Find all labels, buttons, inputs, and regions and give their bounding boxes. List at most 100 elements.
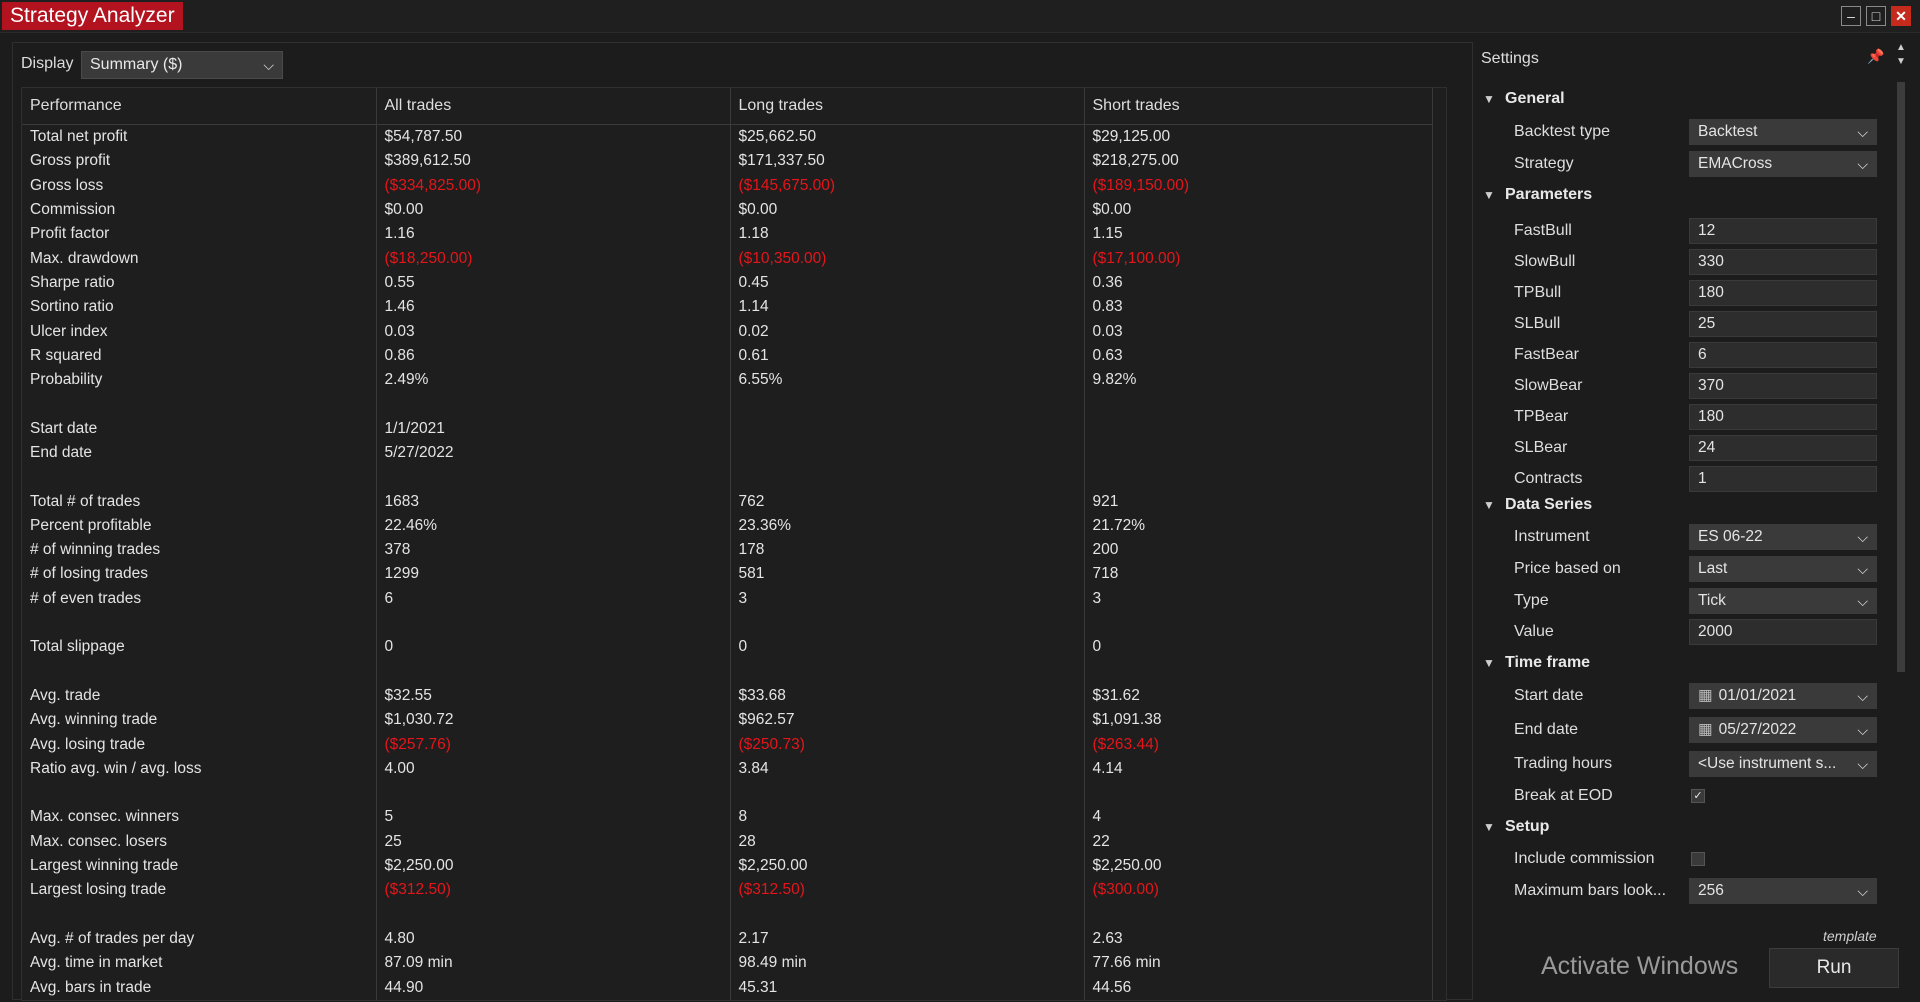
chevron-down-icon: ⌵ [1857, 561, 1868, 577]
max-bars-lookback-dropdown[interactable]: 256 ⌵ [1689, 878, 1877, 904]
instrument-label: Instrument [1514, 528, 1590, 545]
metric-value: $33.68 [730, 683, 1085, 709]
run-button[interactable]: Run [1769, 948, 1899, 988]
metric-label: # of even trades [22, 586, 377, 611]
table-row: Max. consec. winners 5 8 4 [22, 805, 1433, 830]
value-value: 2000 [1698, 623, 1733, 640]
metric-value: 98.49 min [730, 951, 1085, 976]
metric-label: Avg. winning trade [22, 708, 377, 733]
metric-value: ($250.73) [730, 732, 1085, 757]
minimize-button[interactable]: – [1841, 6, 1861, 26]
table-row: Avg. trade $32.55 $33.68 $31.62 [22, 683, 1433, 709]
category-label: Setup [1505, 818, 1550, 835]
table-row [22, 610, 1433, 636]
param-label-contracts: Contracts [1514, 470, 1583, 487]
display-value: Summary ($) [90, 56, 183, 73]
close-button[interactable]: ✕ [1891, 6, 1911, 26]
metric-value [1084, 902, 1433, 927]
metric-value: $2,250.00 [376, 853, 731, 879]
table-row: Gross loss ($334,825.00) ($145,675.00) ($18… [22, 173, 1433, 198]
metric-value: 1/1/2021 [376, 416, 731, 441]
include-commission-checkbox[interactable] [1691, 852, 1705, 866]
category-setup[interactable]: ▼ Setup [1483, 818, 1549, 836]
metric-value: 2.17 [730, 926, 1085, 952]
template-link[interactable]: template [1823, 928, 1877, 944]
price-based-on-label: Price based on [1514, 560, 1621, 577]
param-input-slbear[interactable]: 24 [1689, 435, 1877, 461]
scroll-thumb[interactable] [1446, 128, 1447, 868]
table-row: # of winning trades 378 178 200 [22, 538, 1433, 563]
metric-value: 21.72% [1084, 513, 1433, 539]
break-at-eod-checkbox[interactable]: ✓ [1691, 789, 1705, 803]
metric-value: $31.62 [1084, 683, 1433, 709]
trading-hours-dropdown[interactable]: <Use instrument s... ⌵ [1689, 751, 1877, 777]
category-label: Parameters [1505, 186, 1593, 203]
table-row: Probability 2.49% 6.55% 9.82% [22, 367, 1433, 393]
param-input-fastbear[interactable]: 6 [1689, 342, 1877, 368]
metric-value: 9.82% [1084, 367, 1433, 393]
grid-scrollbar[interactable]: ▲ ▼ [1442, 88, 1447, 1000]
column-header[interactable]: Short trades [1084, 88, 1433, 125]
column-header[interactable]: All trades [376, 88, 731, 125]
table-row: Total # of trades 1683 762 921 [22, 489, 1433, 514]
scroll-up-icon[interactable]: ▲ [1896, 42, 1906, 53]
metric-value [376, 465, 731, 490]
metric-value: 3 [730, 586, 1085, 611]
backtest-type-label: Backtest type [1514, 123, 1611, 140]
column-header[interactable]: Performance [22, 88, 377, 125]
maximize-button[interactable]: □ [1866, 6, 1886, 26]
param-label-tpbear: TPBear [1514, 408, 1569, 425]
type-label: Type [1514, 592, 1549, 609]
settings-scrollbar[interactable]: ▲ ▼ [1891, 42, 1909, 1002]
strategy-dropdown[interactable]: EMACross ⌵ [1689, 151, 1877, 177]
scroll-down-icon[interactable]: ▼ [1444, 106, 1446, 117]
category-data-series[interactable]: ▼ Data Series [1483, 496, 1592, 514]
end-date-picker[interactable]: ▦ 05/27/2022 ⌵ [1689, 717, 1877, 743]
category-general[interactable]: ▼ General [1483, 90, 1565, 108]
chevron-down-icon: ⌵ [1857, 883, 1868, 899]
backtest-type-dropdown[interactable]: Backtest ⌵ [1689, 119, 1877, 145]
collapse-triangle-icon: ▼ [1483, 498, 1495, 512]
price-based-on-dropdown[interactable]: Last ⌵ [1689, 556, 1877, 582]
pin-icon[interactable]: 📌 [1867, 48, 1884, 65]
scroll-thumb[interactable] [1897, 82, 1905, 672]
param-input-tpbear[interactable]: 180 [1689, 404, 1877, 430]
table-row [22, 659, 1433, 684]
param-input-tpbull[interactable]: 180 [1689, 280, 1877, 306]
table-row: Avg. time in market 87.09 min 98.49 min 77.… [22, 951, 1433, 976]
value-field[interactable]: 2000 [1689, 619, 1877, 645]
scroll-up-icon[interactable]: ▲ [1444, 92, 1446, 103]
metric-label: Ratio avg. win / avg. loss [22, 756, 377, 782]
metric-value: 581 [730, 562, 1085, 587]
param-input-slbull[interactable]: 25 [1689, 311, 1877, 337]
metric-value: ($10,350.00) [730, 246, 1085, 271]
metric-label [22, 392, 377, 417]
value-label: Value [1514, 623, 1554, 640]
metric-value: ($189,150.00) [1084, 173, 1433, 198]
table-row: Avg. bars in trade 44.90 45.31 44.56 [22, 975, 1433, 1000]
param-input-fastbull[interactable]: 12 [1689, 218, 1877, 244]
metric-label: Ulcer index [22, 319, 377, 344]
param-input-slowbull[interactable]: 330 [1689, 249, 1877, 275]
scroll-down-icon[interactable]: ▼ [1896, 56, 1906, 67]
backtest-type-value: Backtest [1698, 123, 1758, 140]
param-input-slowbear[interactable]: 370 [1689, 373, 1877, 399]
metric-label [22, 902, 377, 927]
metric-value [730, 610, 1085, 636]
type-dropdown[interactable]: Tick ⌵ [1689, 588, 1877, 614]
category-time-frame[interactable]: ▼ Time frame [1483, 654, 1590, 672]
param-label-slbull: SLBull [1514, 315, 1561, 332]
column-header[interactable]: Long trades [730, 88, 1085, 125]
metric-value: 1.46 [376, 295, 731, 320]
param-input-contracts[interactable]: 1 [1689, 466, 1877, 492]
instrument-dropdown[interactable]: ES 06-22 ⌵ [1689, 524, 1877, 550]
start-date-value: 01/01/2021 [1718, 687, 1797, 704]
display-dropdown[interactable]: Summary ($) ⌵ [81, 51, 283, 79]
metric-value [1084, 392, 1433, 417]
display-label: Display [21, 55, 74, 72]
category-parameters[interactable]: ▼ Parameters [1483, 186, 1592, 204]
metric-value: 4.00 [376, 756, 731, 782]
table-row: # of even trades 6 3 3 [22, 586, 1433, 611]
table-row: Max. consec. losers 25 28 22 [22, 829, 1433, 854]
start-date-picker[interactable]: ▦ 01/01/2021 ⌵ [1689, 683, 1877, 709]
